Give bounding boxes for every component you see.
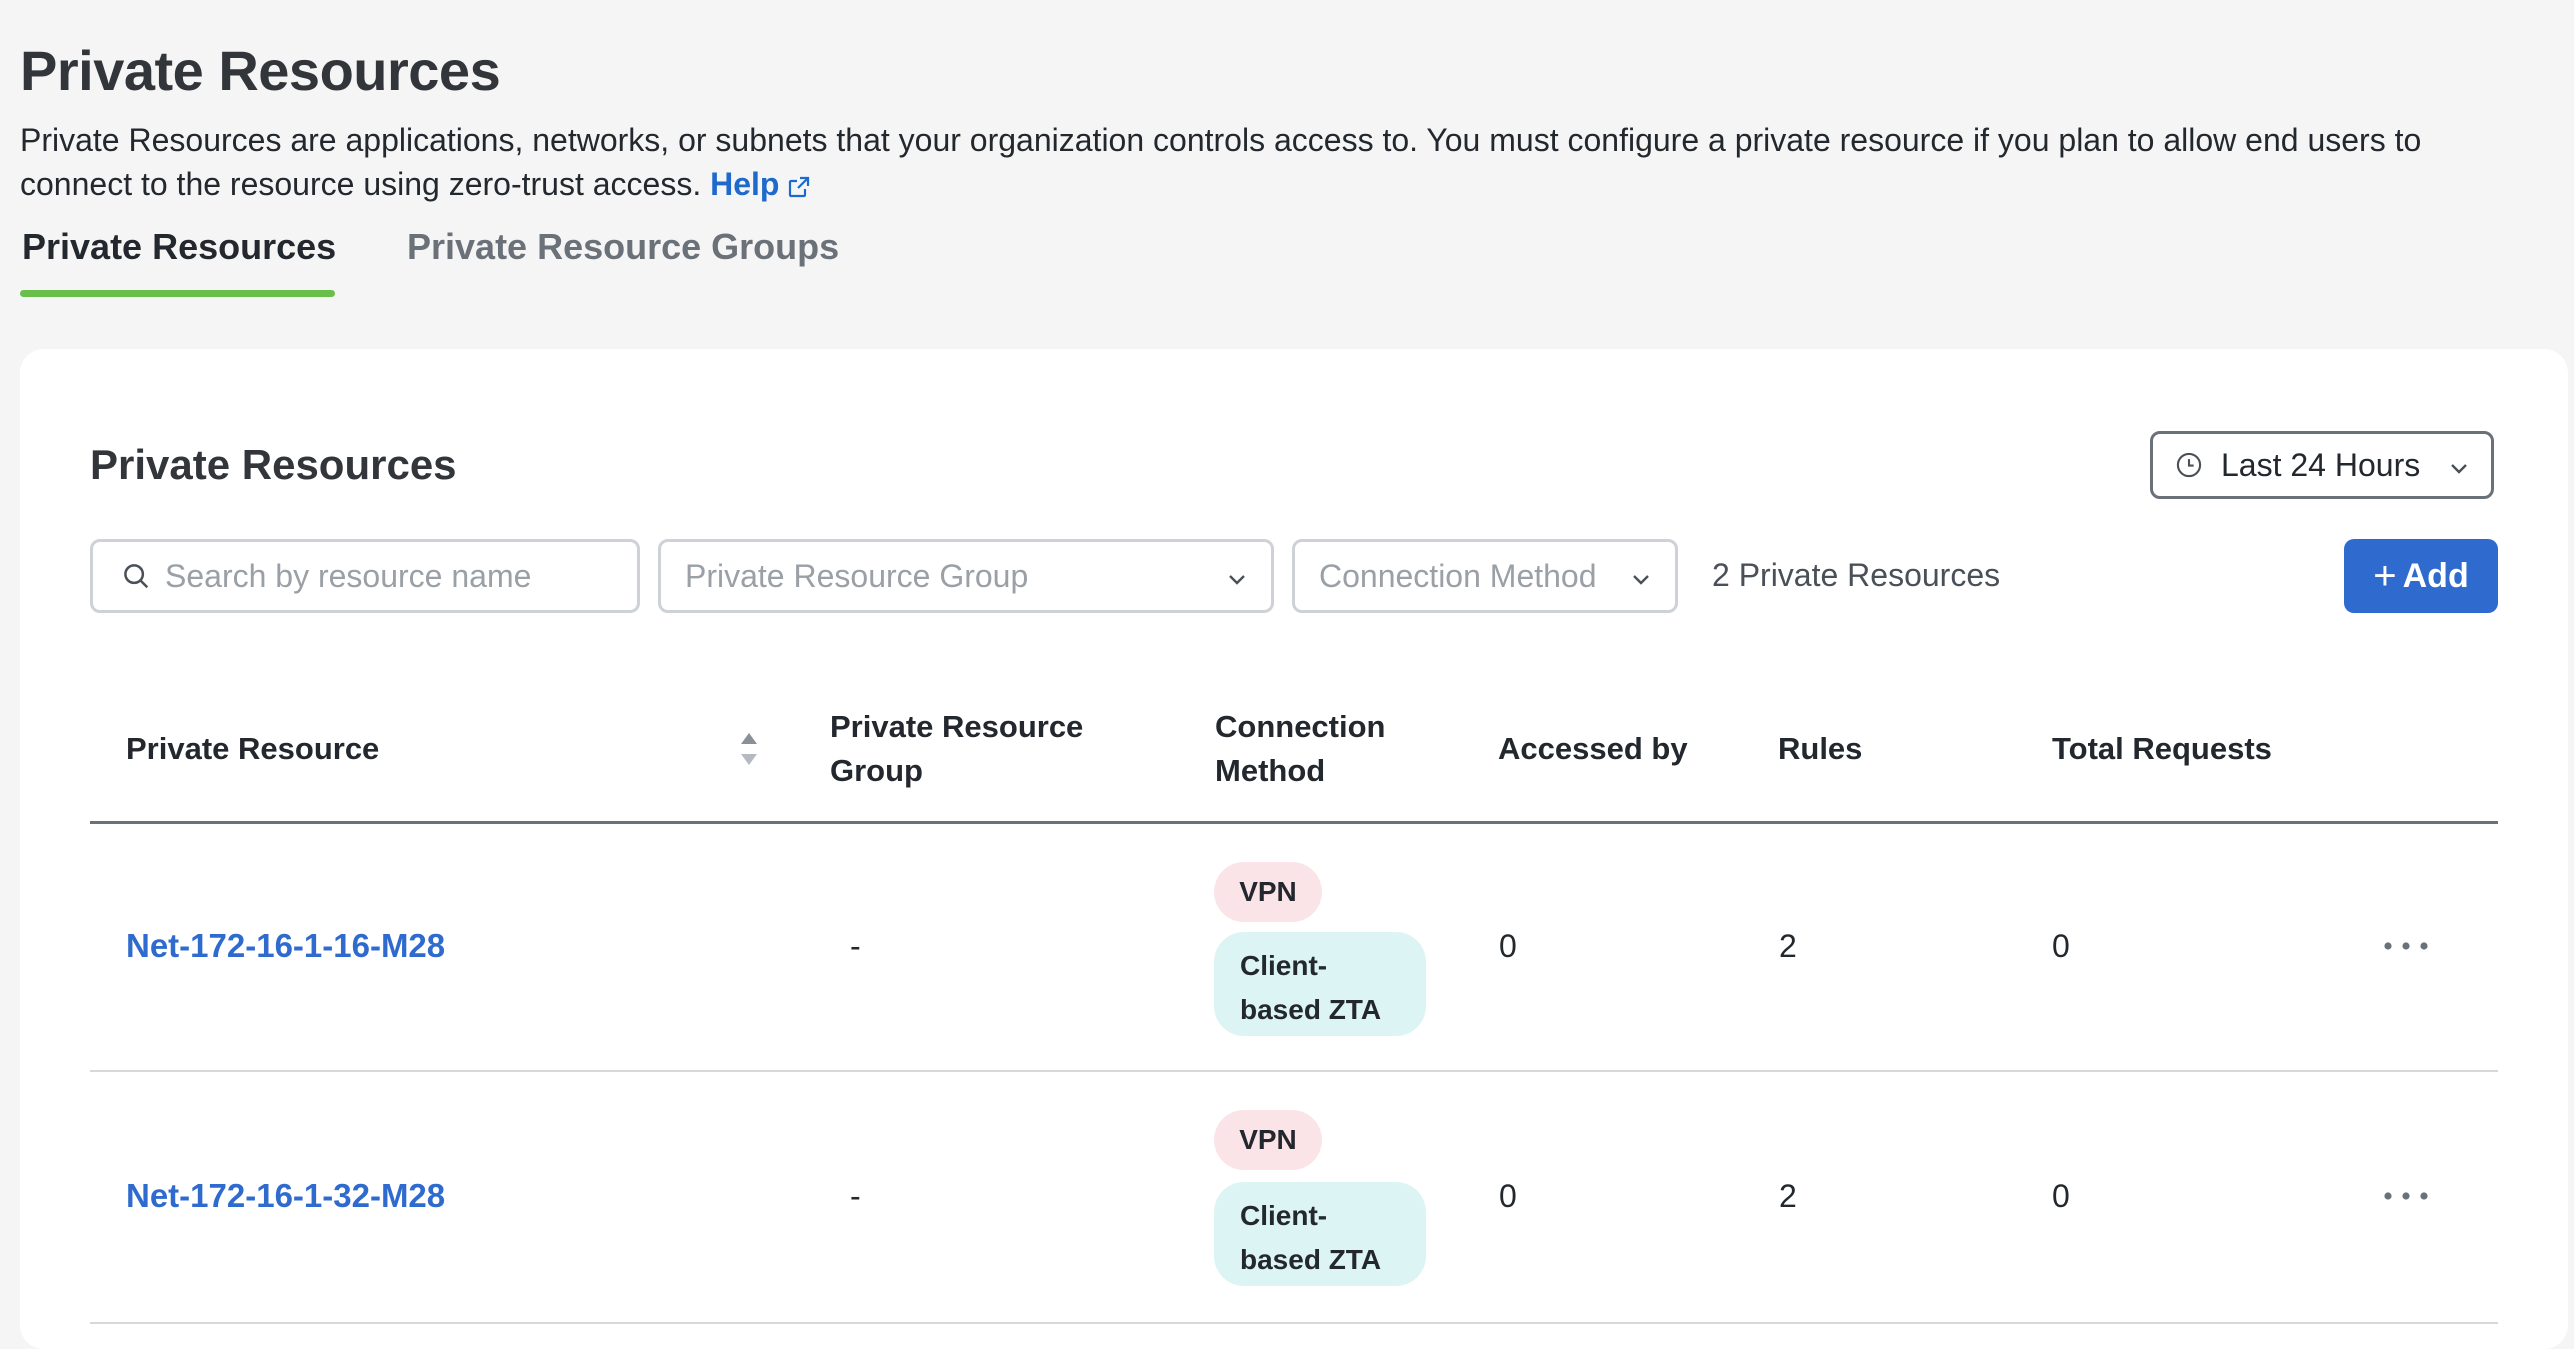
zta-badge-line2: based ZTA (1240, 994, 1382, 1025)
resource-name-link[interactable]: Net-172-16-1-16-M28 (126, 927, 445, 965)
page-title: Private Resources (20, 39, 501, 102)
help-link[interactable]: Help (710, 166, 811, 202)
client-based-zta-badge: Client- based ZTA (1214, 932, 1426, 1036)
chevron-down-icon (1633, 575, 1649, 585)
resource-name-link[interactable]: Net-172-16-1-32-M28 (126, 1177, 445, 1215)
clock-icon (2176, 452, 2202, 478)
rules-cell: 2 (1779, 928, 1797, 964)
page-description-text: Private Resources are applications, netw… (20, 122, 2422, 202)
column-header-rules: Rules (1778, 731, 1863, 766)
zta-badge-line1: Client- (1240, 950, 1328, 981)
connection-filter-placeholder: Connection Method (1319, 557, 1597, 594)
resources-card: Private Resources Last 24 Hours Search b… (20, 349, 2568, 1349)
page-description: Private Resources are applications, netw… (20, 118, 2540, 206)
group-header-line2: Group (830, 753, 923, 788)
private-resource-group-filter[interactable]: Private Resource Group (658, 539, 1274, 613)
add-button-label: Add (2402, 556, 2469, 595)
client-based-zta-badge: Client- based ZTA (1214, 1182, 1426, 1286)
card-title: Private Resources (90, 441, 457, 488)
column-header-total-requests: Total Requests (2052, 731, 2272, 766)
vpn-badge: VPN (1214, 1110, 1322, 1170)
total-requests-cell: 0 (2052, 1178, 2070, 1214)
resource-group-cell: - (850, 1178, 861, 1214)
more-icon[interactable] (2382, 940, 2430, 952)
time-range-label: Last 24 Hours (2221, 446, 2421, 483)
group-header-line1: Private Resource (830, 709, 1084, 744)
connection-header-line1: Connection (1215, 709, 1386, 744)
column-header-private-resource[interactable]: Private Resource (126, 727, 379, 771)
active-tab-underline (20, 290, 335, 297)
zta-badge-line2: based ZTA (1240, 1244, 1382, 1275)
table-row: Net-172-16-1-32-M28 - VPN Client- based … (90, 1072, 2498, 1324)
rules-cell: 2 (1779, 1178, 1797, 1214)
resources-table: Private Resource Private Resource Group … (90, 679, 2498, 1324)
connection-header-line2: Method (1215, 753, 1326, 788)
group-filter-placeholder: Private Resource Group (685, 557, 1029, 594)
resource-group-cell: - (850, 928, 861, 964)
accessed-by-cell: 0 (1499, 1178, 1517, 1214)
chevron-down-icon (1229, 575, 1245, 585)
chevron-down-icon (2451, 464, 2467, 474)
vpn-badge: VPN (1214, 862, 1322, 922)
plus-icon: + (2373, 553, 2397, 598)
search-icon (124, 564, 149, 589)
connection-method-filter[interactable]: Connection Method (1292, 539, 1678, 613)
search-placeholder: Search by resource name (165, 557, 532, 594)
table-header: Private Resource Private Resource Group … (90, 679, 2498, 824)
resource-count: 2 Private Resources (1712, 557, 2001, 593)
column-header-accessed-by: Accessed by (1498, 731, 1688, 766)
time-range-select[interactable]: Last 24 Hours (2150, 431, 2494, 499)
more-icon[interactable] (2382, 1190, 2430, 1202)
column-header-private-resource-group: Private Resource Group (830, 705, 1083, 793)
zta-badge-line1: Client- (1240, 1200, 1328, 1231)
help-link-label: Help (710, 166, 780, 202)
column-header-connection-method: Connection Method (1215, 705, 1386, 793)
add-button[interactable]: + Add (2344, 539, 2498, 613)
total-requests-cell: 0 (2052, 928, 2070, 964)
sort-icon[interactable] (738, 731, 760, 767)
search-input[interactable]: Search by resource name (90, 539, 640, 613)
table-row: Net-172-16-1-16-M28 - VPN Client- based … (90, 824, 2498, 1072)
accessed-by-cell: 0 (1499, 928, 1517, 964)
tab-private-resource-groups[interactable]: Private Resource Groups (407, 226, 839, 288)
external-link-icon (789, 176, 810, 198)
tab-private-resources[interactable]: Private Resources (22, 226, 336, 288)
